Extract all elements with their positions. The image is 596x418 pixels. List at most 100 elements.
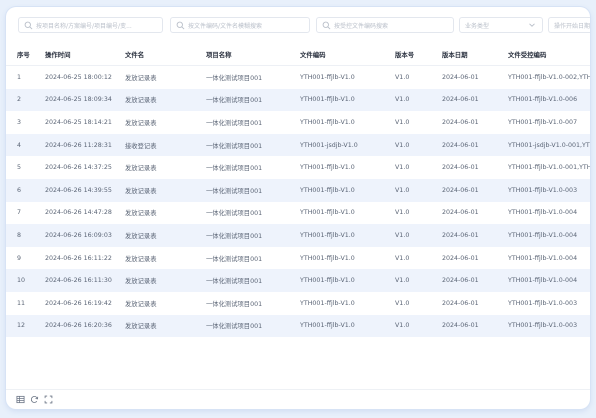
cell-version-date: 2024-06-01: [442, 186, 479, 194]
cell-index: 2: [17, 96, 22, 104]
table-row[interactable]: 4 2024-06-26 11:28:31 接收登记表 一体化测试项目001 Y…: [6, 133, 590, 157]
cell-file-name: 发放记录表: [125, 278, 157, 286]
cell-version: V1.0: [395, 73, 410, 81]
cell-file-code: YTH001-ffjlb-V1.0: [300, 96, 355, 104]
table-row[interactable]: 7 2024-06-26 14:47:28 发放记录表 一体化测试项目001 Y…: [6, 202, 590, 225]
table-header-row: 序号 操作时间 文件名 项目名称 文件编码 版本号 版本日期 文件受控编码: [6, 43, 590, 66]
cell-controlled-code: YTH001-ffjlb-V1.0-004: [508, 209, 578, 217]
cell-op-time: 2024-06-26 16:20:36: [45, 322, 112, 330]
table-row[interactable]: 6 2024-06-26 14:39:55 发放记录表 一体化测试项目001 Y…: [6, 178, 590, 202]
cell-version: V1.0: [395, 186, 410, 194]
cell-index: 8: [17, 231, 22, 239]
cell-project-name: 一体化测试项目001: [206, 142, 263, 150]
header-op-time: 操作时间: [45, 50, 71, 59]
cell-index: 1: [17, 73, 22, 81]
cell-project-name: 一体化测试项目001: [206, 165, 263, 173]
cell-op-time: 2024-06-25 18:09:34: [45, 96, 112, 104]
cell-file-code: YTH001-ffjlb-V1.0: [300, 118, 355, 126]
cell-op-time: 2024-06-26 14:47:28: [45, 209, 112, 217]
cell-version-date: 2024-06-01: [442, 277, 479, 285]
cell-controlled-code: YTH001-ffjlb-V1.0-001,YTH: [508, 164, 590, 172]
cell-op-time: 2024-06-25 18:00:12: [45, 73, 112, 81]
op-start-date-input[interactable]: 操作开始日期: [548, 17, 590, 33]
cell-index: 9: [17, 254, 22, 262]
business-type-select[interactable]: 业务类型: [459, 17, 543, 33]
cell-index: 6: [17, 186, 22, 194]
records-panel: 按项目名称/方案编号/项目编号/变... 按文件编码/文件名模糊搜索 按受控文件…: [6, 7, 590, 409]
table-row[interactable]: 11 2024-06-26 16:19:42 发放记录表 一体化测试项目001 …: [6, 292, 590, 315]
cell-version: V1.0: [395, 322, 410, 330]
cell-index: 3: [17, 118, 22, 126]
cell-version-date: 2024-06-01: [442, 73, 479, 81]
cell-version: V1.0: [395, 254, 410, 262]
cell-controlled-code: YTH001-ffjlb-V1.0-004: [508, 254, 578, 262]
table-row[interactable]: 5 2024-06-26 14:37:25 发放记录表 一体化测试项目001 Y…: [6, 156, 590, 179]
search-icon: [322, 21, 331, 29]
cell-controlled-code: YTH001-ffjlb-V1.0-004: [508, 231, 578, 239]
cell-version-date: 2024-06-01: [442, 209, 479, 217]
transfer-search-input[interactable]: 按受控文件编码搜索: [316, 17, 454, 33]
cell-op-time: 2024-06-25 18:14:21: [45, 118, 112, 126]
cell-file-name: 发放记录表: [125, 210, 157, 218]
cell-file-code: YTH001-ffjlb-V1.0: [300, 231, 355, 239]
cell-project-name: 一体化测试项目001: [206, 210, 263, 218]
cell-controlled-code: YTH001-ffjlb-V1.0-002,YTH: [508, 73, 590, 81]
table-row[interactable]: 3 2024-06-25 18:14:21 发放记录表 一体化测试项目001 Y…: [6, 111, 590, 134]
cell-controlled-code: YTH001-ffjlb-V1.0-007: [508, 118, 578, 126]
cell-file-code: YTH001-ffjlb-V1.0: [300, 254, 355, 262]
cell-op-time: 2024-06-26 16:11:30: [45, 277, 112, 285]
cell-file-code: YTH001-jsdjb-V1.0: [300, 141, 358, 149]
cell-controlled-code: YTH001-ffjlb-V1.0-003: [508, 322, 578, 330]
table-row[interactable]: 1 2024-06-25 18:00:12 发放记录表 一体化测试项目001 Y…: [6, 66, 590, 89]
cell-op-time: 2024-06-26 11:28:31: [45, 141, 112, 149]
file-search-placeholder: 按文件编码/文件名模糊搜索: [188, 22, 263, 30]
cell-index: 5: [17, 164, 22, 172]
cell-file-code: YTH001-ffjlb-V1.0: [300, 299, 355, 307]
cell-file-name: 发放记录表: [125, 232, 157, 240]
cell-file-name: 发放记录表: [125, 323, 157, 331]
fullscreen-icon[interactable]: [44, 395, 53, 404]
table-row[interactable]: 8 2024-06-26 16:09:03 发放记录表 一体化测试项目001 Y…: [6, 224, 590, 247]
cell-project-name: 一体化测试项目001: [206, 300, 263, 308]
cell-version-date: 2024-06-01: [442, 118, 479, 126]
cell-index: 12: [17, 322, 26, 330]
header-file-name: 文件名: [125, 50, 145, 59]
header-project-name: 项目名称: [206, 50, 232, 59]
cell-project-name: 一体化测试项目001: [206, 119, 263, 127]
table-settings-icon[interactable]: [16, 395, 25, 404]
cell-file-code: YTH001-ffjlb-V1.0: [300, 209, 355, 217]
cell-file-name: 发放记录表: [125, 187, 157, 195]
project-search-placeholder: 按项目名称/方案编号/项目编号/变...: [36, 22, 132, 30]
refresh-icon[interactable]: [30, 395, 39, 404]
project-search-input[interactable]: 按项目名称/方案编号/项目编号/变...: [18, 17, 163, 33]
chevron-down-icon: [529, 23, 535, 27]
cell-file-code: YTH001-ffjlb-V1.0: [300, 73, 355, 81]
cell-version: V1.0: [395, 299, 410, 307]
header-version: 版本号: [395, 50, 415, 59]
search-icon: [24, 21, 33, 29]
cell-controlled-code: YTH001-ffjlb-V1.0-004: [508, 277, 578, 285]
cell-index: 11: [17, 299, 26, 307]
cell-file-name: 发放记录表: [125, 255, 157, 263]
cell-op-time: 2024-06-26 16:09:03: [45, 231, 112, 239]
cell-index: 7: [17, 209, 22, 217]
cell-project-name: 一体化测试项目001: [206, 255, 263, 263]
header-controlled-code: 文件受控编码: [508, 50, 547, 59]
cell-op-time: 2024-06-26 14:37:25: [45, 164, 112, 172]
search-icon: [176, 21, 185, 29]
table-row[interactable]: 2 2024-06-25 18:09:34 发放记录表 一体化测试项目001 Y…: [6, 88, 590, 112]
header-index: 序号: [17, 50, 30, 59]
cell-file-name: 发放记录表: [125, 165, 157, 173]
cell-version-date: 2024-06-01: [442, 96, 479, 104]
cell-op-time: 2024-06-26 16:11:22: [45, 254, 112, 262]
cell-file-code: YTH001-ffjlb-V1.0: [300, 277, 355, 285]
table-row[interactable]: 10 2024-06-26 16:11:30 发放记录表 一体化测试项目001 …: [6, 269, 590, 292]
table-row[interactable]: 12 2024-06-26 16:20:36 发放记录表 一体化测试项目001 …: [6, 314, 590, 338]
cell-file-name: 发放记录表: [125, 119, 157, 127]
cell-file-name: 发放记录表: [125, 97, 157, 105]
cell-version: V1.0: [395, 277, 410, 285]
table-toolbar: [6, 389, 590, 409]
table-row[interactable]: 9 2024-06-26 16:11:22 发放记录表 一体化测试项目001 Y…: [6, 247, 590, 270]
file-search-input[interactable]: 按文件编码/文件名模糊搜索: [170, 17, 310, 33]
cell-project-name: 一体化测试项目001: [206, 187, 263, 195]
